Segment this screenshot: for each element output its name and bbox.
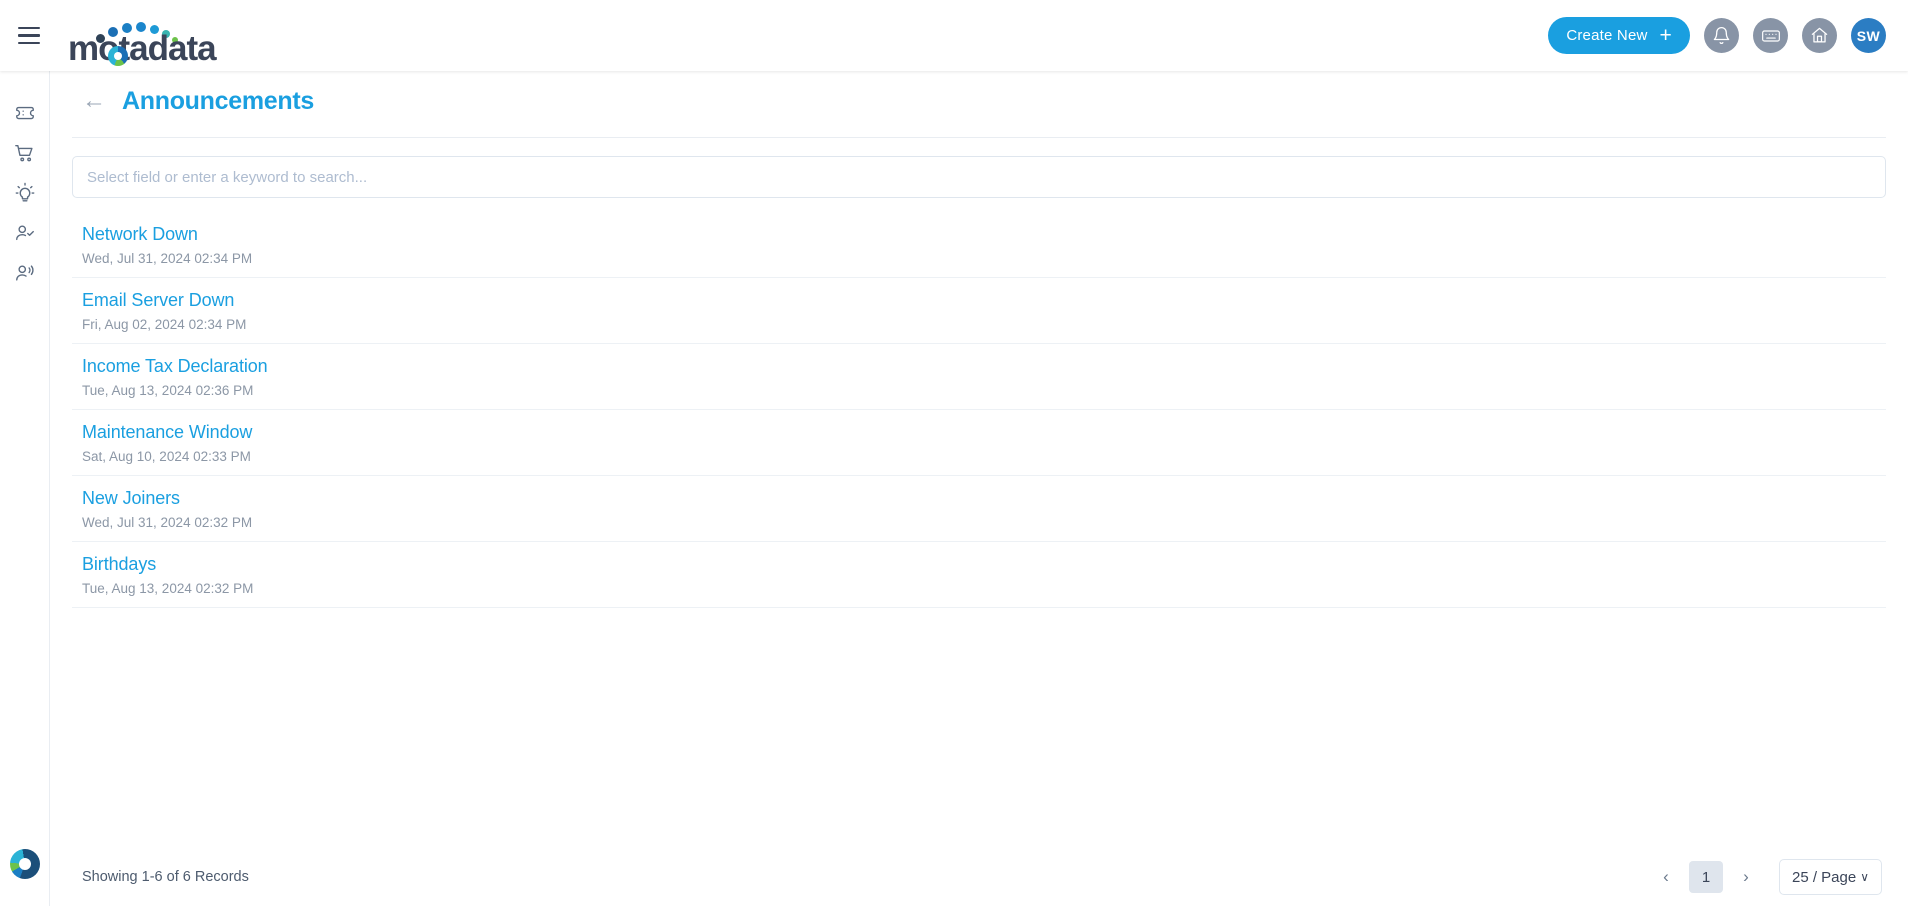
brand-logo[interactable]: motadata: [68, 0, 228, 71]
page-size-selector[interactable]: 25 / Page ∨: [1778, 859, 1882, 895]
announcement-title[interactable]: Maintenance Window: [82, 422, 1886, 443]
left-sidebar: [0, 71, 50, 906]
search-section: [50, 138, 1908, 198]
list-item[interactable]: New Joiners Wed, Jul 31, 2024 02:32 PM: [72, 476, 1886, 542]
pagination-page-1[interactable]: 1: [1688, 861, 1723, 893]
hamburger-icon[interactable]: [0, 0, 58, 71]
search-input[interactable]: [87, 157, 1871, 197]
list-item[interactable]: Network Down Wed, Jul 31, 2024 02:34 PM: [72, 218, 1886, 278]
ring-logo-hole: [18, 858, 31, 870]
records-count: Showing 1-6 of 6 Records: [82, 869, 249, 885]
list-item[interactable]: Email Server Down Fri, Aug 02, 2024 02:3…: [72, 278, 1886, 344]
user-check-icon: [14, 222, 36, 244]
footer-bar: Showing 1-6 of 6 Records ‹ 1 › 25 / Page…: [50, 848, 1908, 906]
announcement-date: Tue, Aug 13, 2024 02:32 PM: [82, 581, 254, 596]
search-box[interactable]: [72, 156, 1886, 198]
page-size-label: 25 / Page: [1791, 868, 1857, 886]
sidebar-item-tickets[interactable]: [2, 93, 48, 133]
sidebar-item-approvals[interactable]: [2, 213, 48, 253]
page-title: Announcements: [122, 86, 314, 115]
announcements-list: Network Down Wed, Jul 31, 2024 02:34 PM …: [50, 218, 1908, 608]
announcement-title[interactable]: New Joiners: [82, 488, 1886, 509]
create-new-button[interactable]: Create New +: [1548, 17, 1690, 54]
pagination-next-button[interactable]: ›: [1731, 862, 1761, 892]
ticket-icon: [14, 102, 36, 124]
hamburger-bar: [18, 26, 40, 30]
cart-icon: [14, 142, 36, 164]
keyboard-icon: [1761, 26, 1781, 46]
announcement-user-icon: [14, 262, 36, 284]
plus-icon: +: [1659, 24, 1672, 47]
list-item[interactable]: Birthdays Tue, Aug 13, 2024 02:32 PM: [72, 542, 1886, 608]
pagination-prev-button[interactable]: ‹: [1651, 862, 1681, 892]
home-icon: [1810, 26, 1829, 45]
keyboard-shortcuts-button[interactable]: [1753, 18, 1788, 53]
list-item[interactable]: Maintenance Window Sat, Aug 10, 2024 02:…: [72, 410, 1886, 476]
announcement-title[interactable]: Birthdays: [82, 554, 1886, 575]
announcement-title[interactable]: Income Tax Declaration: [82, 356, 1886, 377]
announcement-title[interactable]: Network Down: [82, 224, 1886, 245]
home-button[interactable]: [1802, 18, 1837, 53]
bell-icon: [1712, 26, 1731, 45]
announcement-date: Sat, Aug 10, 2024 02:33 PM: [82, 449, 251, 464]
chevron-down-icon: ∨: [1860, 870, 1869, 884]
motadata-logo: motadata: [68, 15, 228, 71]
list-item[interactable]: Income Tax Declaration Tue, Aug 13, 2024…: [72, 344, 1886, 410]
pagination: ‹ 1 › 25 / Page ∨: [1651, 859, 1882, 895]
avatar-initials: SW: [1856, 27, 1881, 44]
ring-logo-graphic: [9, 849, 40, 879]
logo-o-hole: [114, 52, 122, 60]
sidebar-item-service-catalog[interactable]: [2, 133, 48, 173]
brand-name: motadata: [68, 29, 217, 68]
top-bar-actions: Create New + SW: [1548, 17, 1908, 54]
top-bar: motadata Create New + SW: [0, 0, 1908, 71]
announcement-date: Wed, Jul 31, 2024 02:34 PM: [82, 251, 253, 266]
page-header: ← Announcements: [50, 71, 1908, 119]
announcement-date: Fri, Aug 02, 2024 02:34 PM: [82, 317, 247, 332]
hamburger-bar: [18, 34, 40, 37]
announcement-title[interactable]: Email Server Down: [82, 290, 1886, 311]
main-content: ← Announcements Network Down Wed, Jul 31…: [50, 71, 1908, 906]
create-new-label: Create New: [1566, 27, 1648, 44]
back-arrow-icon[interactable]: ←: [82, 89, 106, 113]
sidebar-item-knowledge[interactable]: [2, 173, 48, 213]
announcement-date: Tue, Aug 13, 2024 02:36 PM: [82, 383, 254, 398]
motadata-ring-logo[interactable]: [2, 844, 48, 884]
hamburger-bar: [18, 41, 40, 45]
notifications-button[interactable]: [1704, 18, 1739, 53]
lightbulb-icon: [14, 182, 36, 204]
sidebar-item-announcements[interactable]: [2, 253, 48, 293]
avatar[interactable]: SW: [1851, 18, 1886, 53]
announcement-date: Wed, Jul 31, 2024 02:32 PM: [82, 515, 253, 530]
